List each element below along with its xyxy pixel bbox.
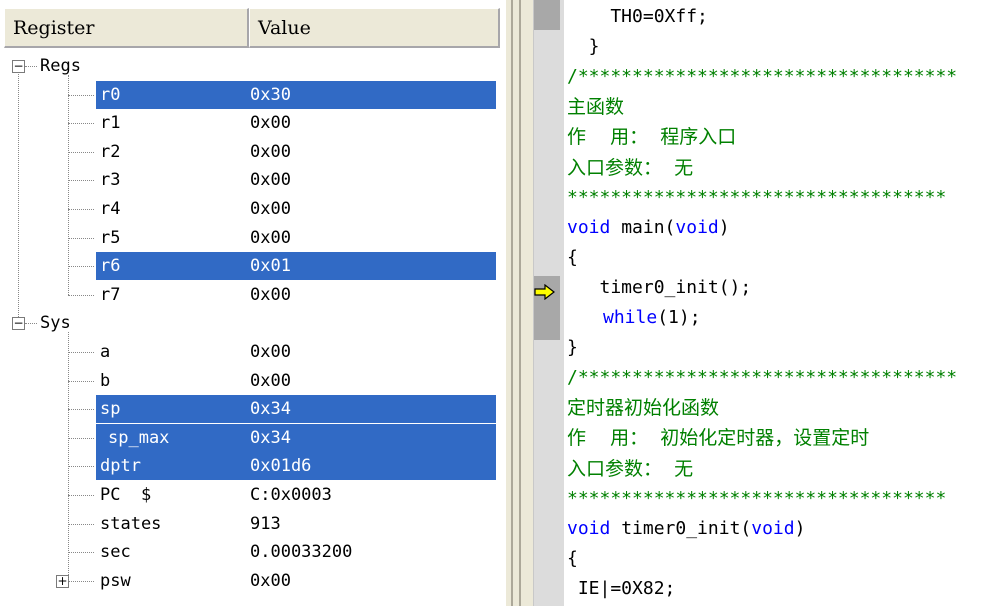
code-editor[interactable]: TH0=0Xff; } /****************************… xyxy=(563,0,1003,606)
code-line: TH0=0Xff; xyxy=(567,6,708,27)
column-header-register[interactable]: Register xyxy=(4,8,249,48)
code-text: main( xyxy=(610,216,676,238)
register-value: 0x00 xyxy=(250,141,291,162)
register-value: C:0x0003 xyxy=(250,485,332,505)
code-line: { xyxy=(567,547,578,569)
register-value: 0x00 xyxy=(250,199,291,219)
register-row[interactable]: r3 0x00 xyxy=(0,166,500,194)
register-name: r7 xyxy=(100,284,121,305)
collapse-icon[interactable]: − xyxy=(12,317,25,331)
register-row[interactable]: dptr 0x01d6 xyxy=(0,452,500,481)
tree-group-sys[interactable]: − Sys xyxy=(0,309,500,337)
register-name: sp_max xyxy=(108,427,170,448)
register-value: 0x00 xyxy=(250,170,291,191)
register-value: 0x01d6 xyxy=(250,456,312,477)
register-value: 0x34 xyxy=(250,427,291,448)
register-value: 913 xyxy=(250,513,281,534)
pane-splitter[interactable] xyxy=(505,0,534,606)
register-name: r1 xyxy=(100,113,121,134)
register-row[interactable]: sp 0x34 xyxy=(0,395,500,424)
register-value: 0x00 xyxy=(250,370,291,391)
code-line: timer0_init(); xyxy=(567,276,752,298)
register-value: 0x01 xyxy=(250,256,291,277)
comment-line: *********************************** xyxy=(567,186,947,208)
code-text: (1); xyxy=(657,307,701,328)
comment-line: 入口参数： 无 xyxy=(567,156,694,179)
selection-highlight xyxy=(96,395,496,424)
register-row[interactable]: b 0x00 xyxy=(0,367,500,395)
collapse-icon[interactable]: − xyxy=(12,60,25,73)
register-name: psw xyxy=(100,570,131,591)
code-line: } xyxy=(567,337,578,359)
register-row[interactable]: r6 0x01 xyxy=(0,252,500,281)
register-name: sp xyxy=(100,399,121,420)
register-window: Register Value − Regs r0 0x30 r1 0x00 r2 0x00 r3… xyxy=(0,0,506,606)
comment-line: *********************************** xyxy=(567,487,947,509)
register-header: Register Value xyxy=(4,8,500,48)
register-row[interactable]: states 913 xyxy=(0,510,500,538)
register-name: PC $ xyxy=(100,485,152,505)
register-name: dptr xyxy=(100,456,141,477)
register-row[interactable]: PC $ C:0x0003 xyxy=(0,481,500,509)
register-row[interactable]: r7 0x00 xyxy=(0,281,500,309)
register-row[interactable]: a 0x00 xyxy=(0,338,500,366)
register-row[interactable]: sp_max 0x34 xyxy=(0,423,500,452)
function-declaration-line: void main(void) xyxy=(567,213,730,243)
register-name: b xyxy=(100,370,111,391)
code-line: { xyxy=(567,246,578,268)
register-value: 0x30 xyxy=(250,84,291,105)
code-text: timer0_init( xyxy=(610,517,752,539)
register-name: r4 xyxy=(100,199,121,219)
register-value: 0x00 xyxy=(250,284,291,305)
register-row[interactable]: r1 0x00 xyxy=(0,109,500,137)
comment-line: 作 用： 程序入口 xyxy=(567,126,737,149)
comment-line: 入口参数： 无 xyxy=(567,457,694,480)
column-header-value[interactable]: Value xyxy=(249,8,500,48)
keyword: void xyxy=(567,517,611,539)
keyword: void xyxy=(567,216,611,238)
register-value: 0.00033200 xyxy=(250,542,353,563)
register-row[interactable]: r0 0x30 xyxy=(0,80,500,109)
comment-line: /*********************************** xyxy=(567,367,958,389)
comment-line: 作 用： 初始化定时器，设置定时 xyxy=(567,427,870,450)
comment-line: 主函数 xyxy=(567,96,625,119)
yellow-arrow-icon xyxy=(534,284,555,300)
selection-highlight xyxy=(96,80,496,109)
comment-line: /*********************************** xyxy=(567,66,958,88)
register-row[interactable]: r5 0x00 xyxy=(0,224,500,252)
register-name: a xyxy=(100,342,111,362)
keyword: void xyxy=(751,517,795,539)
comment-line: 定时器初始化函数 xyxy=(567,397,720,420)
code-text: ) xyxy=(718,216,730,238)
register-name: states xyxy=(100,513,162,534)
keyword: while xyxy=(603,307,658,328)
register-name: r6 xyxy=(100,256,121,277)
register-name: r2 xyxy=(100,141,121,162)
tree-group-label: Regs xyxy=(40,56,81,76)
code-line: } xyxy=(567,36,600,58)
code-text: ) xyxy=(794,517,806,539)
tree-group-regs[interactable]: − Regs xyxy=(0,52,500,80)
register-name: r0 xyxy=(100,84,121,105)
editor-gutter xyxy=(533,0,564,606)
register-value: 0x00 xyxy=(250,113,291,134)
register-row[interactable]: sec 0.00033200 xyxy=(0,538,500,566)
register-value: 0x00 xyxy=(250,570,291,591)
register-row[interactable]: + psw 0x00 xyxy=(0,567,500,595)
register-value: 0x00 xyxy=(250,227,291,248)
function-declaration-line: void timer0_init(void) xyxy=(567,514,805,544)
code-line: while(1); xyxy=(603,303,701,333)
register-value: 0x00 xyxy=(250,342,291,362)
register-name: r5 xyxy=(100,227,121,248)
keyword: void xyxy=(675,216,719,238)
tree-group-label: Sys xyxy=(40,313,71,334)
register-name: sec xyxy=(100,542,131,563)
register-row[interactable]: r2 0x00 xyxy=(0,138,500,166)
register-name: r3 xyxy=(100,170,121,191)
register-value: 0x34 xyxy=(250,399,291,420)
register-row[interactable]: r4 0x00 xyxy=(0,195,500,223)
code-line: IE|=0X82; xyxy=(567,577,676,599)
selection-highlight xyxy=(96,252,496,281)
